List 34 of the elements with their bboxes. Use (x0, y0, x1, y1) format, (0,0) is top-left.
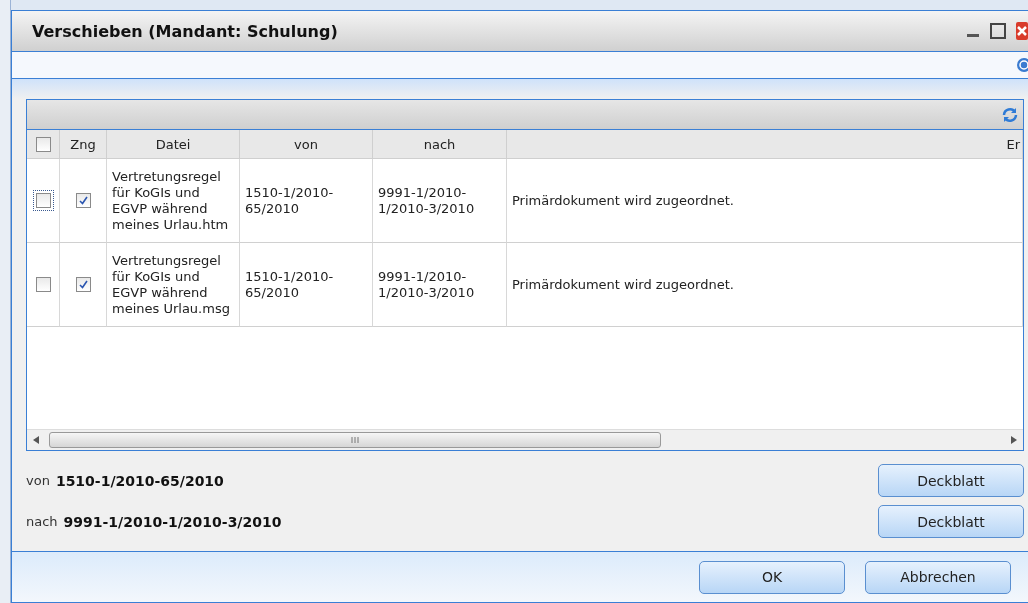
table-cell: Vertretungsregel für KoGIs und EGVP während meines Urlau.msg (112, 252, 230, 317)
close-icon[interactable] (1016, 22, 1028, 40)
table-cell: Vertretungsregel für KoGIs und EGVP während meines Urlau.htm (112, 168, 229, 233)
detail-label: von (26, 473, 50, 488)
scroll-thumb[interactable] (49, 432, 661, 448)
column-header[interactable]: nach (373, 130, 507, 159)
table-cell: Primärdokument wird zugeordnet. (512, 276, 734, 293)
scroll-left-icon[interactable] (33, 436, 39, 444)
column-header[interactable]: Zng (60, 130, 107, 159)
refresh-icon[interactable] (1001, 105, 1019, 124)
assign-checkbox[interactable] (75, 277, 91, 292)
cancel-button[interactable]: Abbrechen (865, 560, 1011, 594)
maximize-icon[interactable] (990, 23, 1006, 39)
table-cell: 1510-1/2010- 65/2010 (245, 268, 334, 301)
help-icon[interactable] (1016, 57, 1028, 73)
detail-label: nach (26, 514, 58, 529)
column-header[interactable]: von (240, 130, 373, 159)
column-header[interactable]: Er (507, 130, 1023, 159)
select-all-checkbox[interactable] (35, 136, 51, 152)
detail-value: 9991-1/2010-1/2010-3/2010 (63, 513, 283, 530)
scroll-right-icon[interactable] (1011, 436, 1017, 444)
column-header[interactable]: Datei (107, 130, 240, 159)
cover-sheet-button[interactable]: Deckblatt (878, 464, 1024, 497)
row-checkbox[interactable] (35, 277, 51, 292)
horizontal-scrollbar[interactable] (27, 429, 1023, 450)
table-cell: 9991-1/2010- 1/2010-3/2010 (378, 268, 475, 301)
assign-checkbox[interactable] (75, 193, 91, 208)
detail-value: 1510-1/2010-65/2010 (55, 472, 225, 489)
table-cell: 9991-1/2010- 1/2010-3/2010 (378, 184, 475, 217)
cover-sheet-button[interactable]: Deckblatt (878, 505, 1024, 538)
window-title: Verschieben (Mandant: Schulung) (32, 21, 339, 41)
table-cell: Primärdokument wird zugeordnet. (512, 192, 734, 209)
table-cell: 1510-1/2010- 65/2010 (245, 184, 334, 217)
ok-button[interactable]: OK (699, 560, 845, 594)
